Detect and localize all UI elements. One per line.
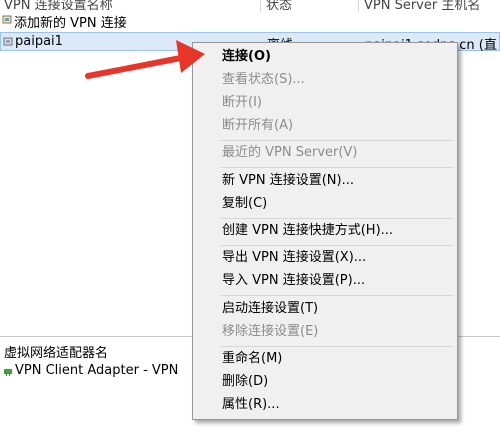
menu-item-label: 复制(C) xyxy=(222,196,268,211)
menu-item-delete[interactable]: 删除(D) xyxy=(193,371,457,393)
menu-item-connect[interactable]: 连接(O) xyxy=(193,46,457,68)
list-item-label: 添加新的 VPN 连接 xyxy=(14,16,127,31)
menu-separator xyxy=(220,140,453,141)
list-item-add-new-connection[interactable]: 添加新的 VPN 连接 xyxy=(0,11,500,31)
menu-separator xyxy=(220,346,453,347)
menu-item-startup-connection[interactable]: 启动连接设置(T) xyxy=(193,298,457,320)
menu-item-label: 重命名(M) xyxy=(222,351,283,366)
adapter-name: VPN Client Adapter - VPN xyxy=(15,363,179,378)
context-menu: 连接(O) 查看状态(S)... 断开(I) 断开所有(A) 最近的 VPN S… xyxy=(192,42,458,420)
menu-item-recent-server: 最近的 VPN Server(V) xyxy=(193,142,457,164)
menu-item-label: 查看状态(S)... xyxy=(222,72,305,87)
menu-item-copy[interactable]: 复制(C) xyxy=(193,193,457,215)
menu-item-label: 断开所有(A) xyxy=(222,118,294,133)
menu-item-rename[interactable]: 重命名(M) xyxy=(193,348,457,370)
menu-item-label: 移除连接设置(E) xyxy=(222,324,319,339)
add-connection-icon xyxy=(2,15,12,24)
connection-name: paipai1 xyxy=(15,34,63,49)
menu-item-label: 启动连接设置(T) xyxy=(222,301,319,316)
menu-item-import-settings[interactable]: 导入 VPN 连接设置(P)... xyxy=(193,270,457,292)
menu-item-view-status: 查看状态(S)... xyxy=(193,69,457,91)
menu-item-remove-startup: 移除连接设置(E) xyxy=(193,321,457,343)
adapter-column-header[interactable]: 虚拟网络适配器名 xyxy=(4,342,108,361)
menu-item-label: 新 VPN 连接设置(N)... xyxy=(222,173,354,188)
menu-item-create-shortcut[interactable]: 创建 VPN 连接快捷方式(H)... xyxy=(193,220,457,242)
menu-separator xyxy=(220,295,453,296)
vpn-connection-icon xyxy=(3,37,13,46)
menu-item-label: 最近的 VPN Server(V) xyxy=(222,145,358,160)
menu-item-disconnect-all: 断开所有(A) xyxy=(193,115,457,137)
menu-item-export-settings[interactable]: 导出 VPN 连接设置(X)... xyxy=(193,247,457,269)
menu-item-disconnect: 断开(I) xyxy=(193,92,457,114)
menu-item-new-connection[interactable]: 新 VPN 连接设置(N)... xyxy=(193,170,457,192)
menu-separator xyxy=(220,245,453,246)
menu-separator xyxy=(220,218,453,219)
menu-item-label: 属性(R)... xyxy=(222,397,280,412)
menu-item-label: 删除(D) xyxy=(222,374,269,389)
menu-item-label: 连接(O) xyxy=(222,49,271,64)
menu-separator xyxy=(220,167,453,168)
menu-item-properties[interactable]: 属性(R)... xyxy=(193,394,457,416)
menu-item-label: 导出 VPN 连接设置(X)... xyxy=(222,250,367,265)
menu-item-label: 创建 VPN 连接快捷方式(H)... xyxy=(222,223,394,238)
menu-item-label: 断开(I) xyxy=(222,95,262,110)
network-adapter-icon xyxy=(4,369,12,376)
menu-item-label: 导入 VPN 连接设置(P)... xyxy=(222,273,366,288)
